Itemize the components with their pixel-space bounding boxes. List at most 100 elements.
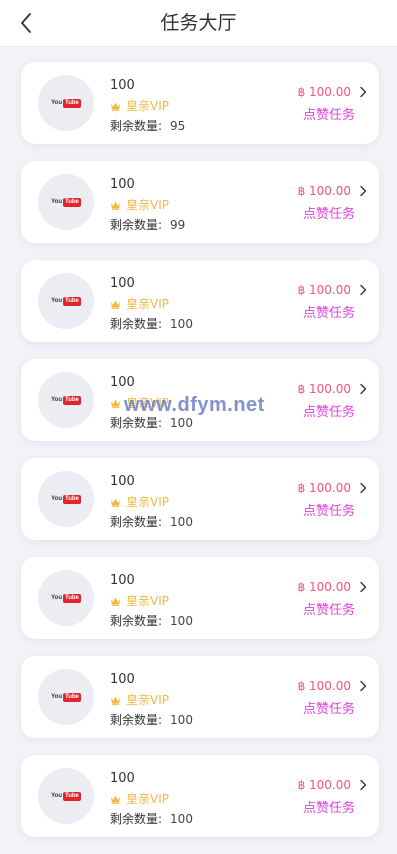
task-card[interactable]: You Tube 100 皇亲VIP 剩余数量: 100 ฿ 100.00 点赞… — [21, 656, 379, 738]
task-card[interactable]: You Tube 100 皇亲VIP 剩余数量: 99 ฿ 100.00 点赞任… — [21, 161, 379, 243]
task-type-link[interactable]: 点赞任务 — [303, 800, 355, 818]
vip-level-label: 皇亲VIP — [126, 396, 169, 410]
task-name: 100 — [110, 78, 135, 93]
youtube-logo-tube: Tube — [63, 296, 81, 306]
chevron-right-icon[interactable] — [357, 185, 369, 197]
remaining-label: 剩余数量: — [110, 317, 163, 331]
chevron-right-icon[interactable] — [357, 680, 369, 692]
task-type-link[interactable]: 点赞任务 — [303, 701, 355, 719]
vip-level-label: 皇亲VIP — [126, 693, 169, 707]
remaining-label: 剩余数量: — [110, 515, 163, 529]
task-type-link[interactable]: 点赞任务 — [303, 404, 355, 422]
task-info: 100 皇亲VIP 剩余数量: 100 — [110, 572, 193, 630]
youtube-logo-icon: You Tube — [51, 98, 81, 108]
task-type-link[interactable]: 点赞任务 — [303, 305, 355, 323]
vip-level: 皇亲VIP — [110, 394, 193, 412]
task-name: 100 — [110, 375, 135, 390]
task-type-link[interactable]: 点赞任务 — [303, 206, 355, 224]
remaining-label: 剩余数量: — [110, 713, 163, 727]
vip-level: 皇亲VIP — [110, 790, 193, 808]
task-card[interactable]: You Tube 100 皇亲VIP 剩余数量: 100 ฿ 100.00 点赞… — [21, 260, 379, 342]
vip-level-label: 皇亲VIP — [126, 198, 169, 212]
page-title: 任务大厅 — [160, 12, 237, 34]
platform-avatar: You Tube — [38, 75, 94, 131]
chevron-right-icon[interactable] — [357, 581, 369, 593]
chevron-right-icon[interactable] — [357, 482, 369, 494]
chevron-right-icon[interactable] — [357, 284, 369, 296]
vip-level: 皇亲VIP — [110, 97, 185, 115]
task-card[interactable]: You Tube 100 皇亲VIP 剩余数量: 100 ฿ 100.00 点赞… — [21, 359, 379, 441]
task-price: ฿ 100.00 — [297, 184, 351, 198]
task-card[interactable]: You Tube 100 皇亲VIP 剩余数量: 100 ฿ 100.00 点赞… — [21, 458, 379, 540]
task-name: 100 — [110, 474, 135, 489]
task-name: 100 — [110, 672, 135, 687]
remaining-value: 100 — [170, 416, 193, 430]
crown-icon — [110, 497, 121, 507]
task-name: 100 — [110, 276, 135, 291]
chevron-right-icon[interactable] — [357, 86, 369, 98]
task-name: 100 — [110, 177, 135, 192]
top-nav-bar: 任务大厅 — [0, 0, 397, 47]
remaining-value: 100 — [170, 317, 193, 331]
youtube-logo-icon: You Tube — [51, 395, 81, 405]
youtube-logo-you: You — [51, 396, 62, 403]
youtube-logo-icon: You Tube — [51, 692, 81, 702]
task-type-link[interactable]: 点赞任务 — [303, 503, 355, 521]
youtube-logo-you: You — [51, 594, 62, 601]
task-info: 100 皇亲VIP 剩余数量: 99 — [110, 176, 185, 234]
task-card[interactable]: You Tube 100 皇亲VIP 剩余数量: 95 ฿ 100.00 点赞任… — [21, 62, 379, 144]
youtube-logo-tube: Tube — [63, 791, 81, 801]
youtube-logo-icon: You Tube — [51, 494, 81, 504]
youtube-logo-tube: Tube — [63, 197, 81, 207]
youtube-logo-icon: You Tube — [51, 593, 81, 603]
vip-level-label: 皇亲VIP — [126, 594, 169, 608]
platform-avatar: You Tube — [38, 174, 94, 230]
youtube-logo-tube: Tube — [63, 395, 81, 405]
task-price: ฿ 100.00 — [297, 283, 351, 297]
task-info: 100 皇亲VIP 剩余数量: 100 — [110, 770, 193, 828]
youtube-logo-you: You — [51, 198, 62, 205]
remaining-label: 剩余数量: — [110, 218, 163, 232]
remaining-count: 剩余数量: 100 — [110, 513, 193, 531]
remaining-count: 剩余数量: 95 — [110, 117, 185, 135]
youtube-logo-tube: Tube — [63, 692, 81, 702]
task-card[interactable]: You Tube 100 皇亲VIP 剩余数量: 100 ฿ 100.00 点赞… — [21, 557, 379, 639]
vip-level: 皇亲VIP — [110, 691, 193, 709]
remaining-count: 剩余数量: 100 — [110, 315, 193, 333]
platform-avatar: You Tube — [38, 372, 94, 428]
task-name: 100 — [110, 573, 135, 588]
task-type-link[interactable]: 点赞任务 — [303, 107, 355, 125]
crown-icon — [110, 299, 121, 309]
chevron-right-icon[interactable] — [357, 779, 369, 791]
vip-level-label: 皇亲VIP — [126, 792, 169, 806]
chevron-right-icon[interactable] — [357, 383, 369, 395]
crown-icon — [110, 794, 121, 804]
task-type-link[interactable]: 点赞任务 — [303, 602, 355, 620]
youtube-logo-tube: Tube — [63, 98, 81, 108]
task-info: 100 皇亲VIP 剩余数量: 100 — [110, 671, 193, 729]
remaining-label: 剩余数量: — [110, 416, 163, 430]
crown-icon — [110, 398, 121, 408]
remaining-value: 95 — [170, 119, 186, 133]
crown-icon — [110, 101, 121, 111]
youtube-logo-icon: You Tube — [51, 791, 81, 801]
remaining-count: 剩余数量: 99 — [110, 216, 185, 234]
platform-avatar: You Tube — [38, 471, 94, 527]
remaining-count: 剩余数量: 100 — [110, 711, 193, 729]
remaining-label: 剩余数量: — [110, 119, 163, 133]
task-info: 100 皇亲VIP 剩余数量: 100 — [110, 275, 193, 333]
remaining-label: 剩余数量: — [110, 614, 163, 628]
task-price: ฿ 100.00 — [297, 778, 351, 792]
remaining-label: 剩余数量: — [110, 812, 163, 826]
remaining-value: 100 — [170, 812, 193, 826]
task-name: 100 — [110, 771, 135, 786]
youtube-logo-you: You — [51, 693, 62, 700]
crown-icon — [110, 596, 121, 606]
vip-level: 皇亲VIP — [110, 493, 193, 511]
youtube-logo-icon: You Tube — [51, 296, 81, 306]
vip-level-label: 皇亲VIP — [126, 495, 169, 509]
remaining-count: 剩余数量: 100 — [110, 414, 193, 432]
youtube-logo-you: You — [51, 792, 62, 799]
task-card[interactable]: You Tube 100 皇亲VIP 剩余数量: 100 ฿ 100.00 点赞… — [21, 755, 379, 837]
crown-icon — [110, 695, 121, 705]
